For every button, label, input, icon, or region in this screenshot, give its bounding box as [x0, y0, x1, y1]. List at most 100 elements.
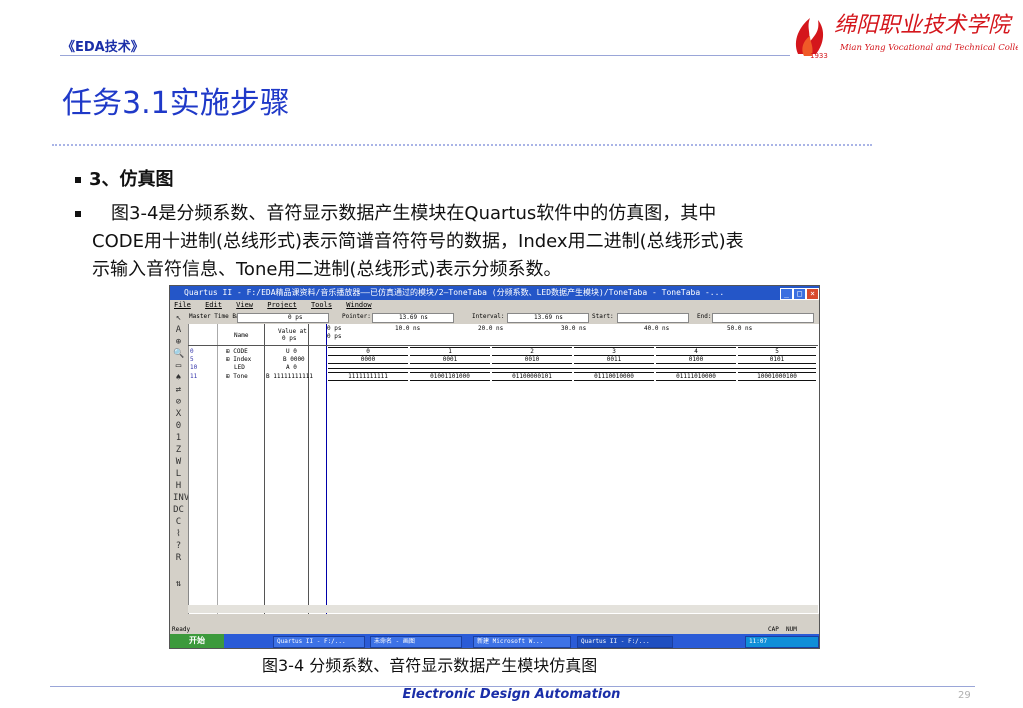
- taskbar-item-active[interactable]: Quartus II - F:/...: [577, 636, 673, 648]
- start-label: Start:: [592, 313, 614, 320]
- name-column-header[interactable]: Name: [234, 332, 248, 339]
- bus-segment: 0100: [656, 355, 736, 364]
- sort-icon[interactable]: ⇅: [173, 579, 184, 590]
- menu-window[interactable]: Window: [346, 301, 371, 309]
- end-field[interactable]: [712, 313, 814, 323]
- header-divider: [60, 55, 790, 56]
- zoom-tool-icon[interactable]: 🔍: [173, 349, 184, 360]
- bullet-square-icon: [75, 177, 81, 183]
- start-field[interactable]: [617, 313, 689, 323]
- weak-high-icon[interactable]: H: [173, 481, 184, 492]
- force-unknown-icon[interactable]: X: [173, 409, 184, 420]
- led-signal-line: [328, 368, 816, 369]
- force-high-icon[interactable]: 1: [173, 433, 184, 444]
- full-screen-icon[interactable]: ▭: [173, 361, 184, 372]
- waveform-grid: Name Value at 0 ps 0 ps 10.0 ns 20.0 ns …: [188, 324, 818, 614]
- bullet-description: 图3-4是分频系数、音符显示数据产生模块在Quartus软件中的仿真图，其中 C…: [75, 200, 935, 284]
- weak-low-icon[interactable]: L: [173, 469, 184, 480]
- college-logo: 1933 绵阳职业技术学院 Mian Yang Vocational and T…: [790, 4, 1023, 60]
- count-value-icon[interactable]: C: [173, 517, 184, 528]
- page-number: 29: [958, 690, 971, 701]
- window-titlebar: Quartus II - F:/EDA精品课资料/音乐播放器——已仿真通过的模块…: [170, 286, 819, 300]
- signal-name: ⊞ CODE: [226, 348, 248, 355]
- menu-file[interactable]: File: [174, 301, 191, 309]
- cursor-label: 0 ps: [327, 333, 342, 340]
- maximize-icon[interactable]: □: [793, 288, 806, 300]
- text-tool-icon[interactable]: A: [173, 325, 184, 336]
- logo-english-text: Mian Yang Vocational and Technical Colle…: [839, 43, 1018, 53]
- bus-segment: 0001: [410, 355, 490, 364]
- bus-segment: 01110010000: [574, 372, 654, 381]
- taskbar-item[interactable]: 新建 Microsoft W...: [473, 636, 571, 648]
- weak-unknown-icon[interactable]: W: [173, 457, 184, 468]
- arbitrary-value-icon[interactable]: ?: [173, 541, 184, 552]
- signal-value: B 11111111111: [266, 373, 313, 380]
- signal-value: A 0: [286, 364, 297, 371]
- value-column-header[interactable]: Value at: [278, 328, 307, 335]
- pointer-label: Pointer:: [342, 313, 371, 320]
- minimize-icon[interactable]: _: [780, 288, 793, 300]
- random-value-icon[interactable]: R: [173, 553, 184, 564]
- value-column-subheader: 0 ps: [282, 335, 297, 342]
- bus-segment: 0011: [574, 355, 654, 364]
- signal-value: U 0: [286, 348, 297, 355]
- close-icon[interactable]: ×: [806, 288, 819, 300]
- svg-text:1933: 1933: [810, 52, 828, 60]
- find-icon[interactable]: ♠: [173, 373, 184, 384]
- bus-segment: 01100000101: [492, 372, 572, 381]
- time-tick: 10.0 ns: [395, 325, 421, 332]
- menu-tools[interactable]: Tools: [311, 301, 332, 309]
- taskbar-item[interactable]: Quartus II - F:/...: [273, 636, 365, 648]
- windows-taskbar: 开始 Quartus II - F:/... 未命名 - 画图 新建 Micro…: [170, 634, 819, 648]
- uninit-icon[interactable]: ⊘: [173, 397, 184, 408]
- menu-project[interactable]: Project: [267, 301, 297, 309]
- signal-row-tone[interactable]: 11: [190, 373, 197, 380]
- signal-value: B 0000: [283, 356, 305, 363]
- bus-segment: 01001101000: [410, 372, 490, 381]
- slide-title: 任务3.1实施步骤: [62, 86, 290, 121]
- time-tick: 0 ps: [327, 325, 342, 332]
- quartus-screenshot: Quartus II - F:/EDA精品课资料/音乐播放器——已仿真通过的模块…: [169, 285, 820, 649]
- interval-label: Interval:: [472, 313, 505, 320]
- taskbar-clock: 11:07: [745, 636, 819, 648]
- bullet-square-icon: [75, 211, 81, 217]
- time-tick: 40.0 ns: [644, 325, 670, 332]
- bus-segment: 11111111111: [328, 372, 408, 381]
- signal-row-led[interactable]: 10: [190, 364, 197, 371]
- time-tick: 30.0 ns: [561, 325, 587, 332]
- end-label: End:: [697, 313, 712, 320]
- menu-bar: File Edit View Project Tools Window: [170, 300, 819, 311]
- signal-row-index[interactable]: 5: [190, 356, 194, 363]
- dont-care-icon[interactable]: DC: [173, 505, 184, 516]
- menu-edit[interactable]: Edit: [205, 301, 222, 309]
- menu-view[interactable]: View: [236, 301, 253, 309]
- bus-segment: 0010: [492, 355, 572, 364]
- arrow-tool-icon[interactable]: ↖: [173, 313, 184, 324]
- time-tick: 50.0 ns: [727, 325, 753, 332]
- bus-segment: 0101: [738, 355, 816, 364]
- edit-tool-icon[interactable]: ⊕: [173, 337, 184, 348]
- invert-icon[interactable]: INV: [173, 493, 189, 504]
- taskbar-item[interactable]: 未命名 - 画图: [370, 636, 462, 648]
- course-title: 《EDA技术》: [62, 40, 144, 55]
- signal-row-code[interactable]: 0: [190, 348, 194, 355]
- start-button[interactable]: 开始: [170, 634, 224, 648]
- torch-logo-icon: 1933 绵阳职业技术学院 Mian Yang Vocational and T…: [795, 13, 1023, 60]
- time-toolbar: Master Time Bar: 0 ps Pointer: 13.69 ns …: [187, 311, 819, 323]
- bullet-simulation-heading: 3、仿真图: [75, 166, 174, 194]
- replace-icon[interactable]: ⇄: [173, 385, 184, 396]
- pointer-field[interactable]: 13.69 ns: [372, 313, 454, 323]
- time-tick: 20.0 ns: [478, 325, 504, 332]
- bus-segment: 01111010000: [656, 372, 736, 381]
- high-impedance-icon[interactable]: Z: [173, 445, 184, 456]
- clock-icon[interactable]: ⌇: [173, 529, 184, 540]
- horizontal-scrollbar[interactable]: [188, 605, 818, 613]
- interval-field[interactable]: 13.69 ns: [507, 313, 589, 323]
- force-low-icon[interactable]: 0: [173, 421, 184, 432]
- master-time-field[interactable]: 0 ps: [237, 313, 329, 323]
- signal-name: ⊞ Index: [226, 356, 252, 363]
- signal-name: LED: [234, 364, 245, 371]
- signal-name: ⊞ Tone: [226, 373, 248, 380]
- figure-caption: 图3-4 分频系数、音符显示数据产生模块仿真图: [262, 656, 598, 675]
- logo-chinese-text: 绵阳职业技术学院: [834, 13, 1013, 38]
